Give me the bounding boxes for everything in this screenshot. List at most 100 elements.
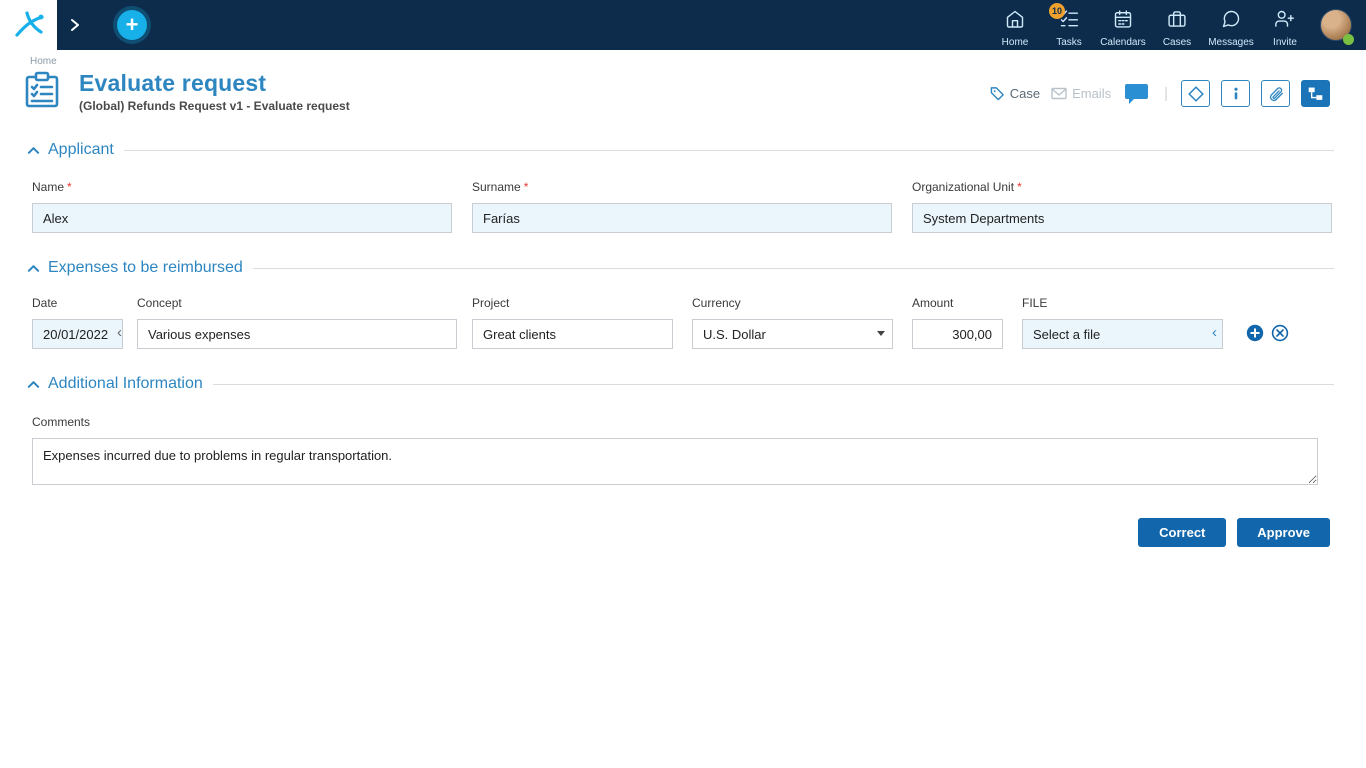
online-status-dot bbox=[1343, 34, 1354, 45]
correct-button[interactable]: Correct bbox=[1138, 518, 1226, 547]
form-actions: Correct Approve bbox=[0, 518, 1330, 547]
required-mark: * bbox=[524, 180, 529, 194]
comments-bubble-button[interactable] bbox=[1122, 83, 1151, 105]
create-new-button[interactable]: + bbox=[117, 10, 147, 40]
section-applicant-title: Applicant bbox=[48, 141, 114, 159]
nav-calendars-label: Calendars bbox=[1100, 37, 1146, 48]
organizational-unit-input[interactable] bbox=[912, 203, 1332, 233]
amount-input[interactable] bbox=[912, 319, 1003, 349]
info-icon bbox=[1228, 86, 1244, 102]
gateway-button[interactable] bbox=[1181, 80, 1210, 107]
section-divider bbox=[213, 384, 1334, 385]
collapse-chevron-icon[interactable] bbox=[27, 146, 40, 155]
expense-row: Date ‹ Concept Project Currency U.S. Dol… bbox=[32, 296, 1334, 349]
name-input[interactable] bbox=[32, 203, 452, 233]
add-circle-icon bbox=[1246, 324, 1264, 342]
collapse-chevron-icon[interactable] bbox=[27, 380, 40, 389]
case-label: Case bbox=[1010, 86, 1040, 101]
nav-cases-label: Cases bbox=[1163, 37, 1191, 48]
field-surname: Surname* bbox=[472, 180, 892, 233]
calendar-icon bbox=[1113, 9, 1133, 34]
home-icon bbox=[1005, 9, 1025, 34]
app-logo[interactable] bbox=[0, 0, 57, 50]
expense-date-column: Date ‹ bbox=[32, 296, 123, 349]
concept-input[interactable] bbox=[137, 319, 457, 349]
attachments-button[interactable] bbox=[1261, 80, 1290, 107]
briefcase-icon bbox=[1167, 9, 1187, 34]
required-mark: * bbox=[1017, 180, 1022, 194]
section-additional-title: Additional Information bbox=[48, 375, 203, 393]
file-column-header: FILE bbox=[1022, 296, 1223, 310]
surname-label: Surname* bbox=[472, 180, 892, 194]
expense-file-column: FILE Select a file ‹ bbox=[1022, 296, 1223, 349]
expense-row-actions bbox=[1246, 324, 1289, 342]
case-link[interactable]: Case bbox=[990, 86, 1040, 101]
approve-button[interactable]: Approve bbox=[1237, 518, 1330, 547]
page-header: Evaluate request (Global) Refunds Reques… bbox=[0, 67, 1366, 115]
collapse-chevron-icon[interactable] bbox=[27, 264, 40, 273]
section-expenses-header: Expenses to be reimbursed bbox=[27, 259, 1334, 277]
gateway-diamond-icon bbox=[1188, 86, 1204, 102]
field-name: Name* bbox=[32, 180, 452, 233]
plus-icon: + bbox=[126, 12, 139, 38]
nav-tasks-label: Tasks bbox=[1056, 37, 1082, 48]
file-placeholder: Select a file bbox=[1033, 327, 1100, 342]
add-row-button[interactable] bbox=[1246, 324, 1264, 342]
nav-tasks[interactable]: 10 Tasks bbox=[1042, 2, 1096, 48]
date-column-header: Date bbox=[32, 296, 123, 310]
envelope-icon bbox=[1051, 87, 1067, 100]
process-diagram-icon bbox=[1307, 85, 1324, 102]
section-divider bbox=[124, 150, 1334, 151]
project-column-header: Project bbox=[472, 296, 673, 310]
nav-cases[interactable]: Cases bbox=[1150, 2, 1204, 48]
concept-column-header: Concept bbox=[137, 296, 457, 310]
expense-concept-column: Concept bbox=[137, 296, 457, 349]
breadcrumb[interactable]: Home bbox=[30, 56, 1366, 67]
file-upload-control[interactable]: Select a file bbox=[1022, 319, 1223, 349]
comments-textarea[interactable]: Expenses incurred due to problems in reg… bbox=[32, 438, 1318, 485]
case-tag-icon bbox=[990, 86, 1005, 101]
surname-input[interactable] bbox=[472, 203, 892, 233]
emails-label: Emails bbox=[1072, 86, 1111, 101]
remove-circle-icon bbox=[1271, 324, 1289, 342]
remove-row-button[interactable] bbox=[1271, 324, 1289, 342]
expense-currency-column: Currency U.S. Dollar bbox=[692, 296, 893, 349]
chevron-right-icon bbox=[70, 18, 80, 32]
nav-home[interactable]: Home bbox=[988, 2, 1042, 48]
applicant-fields: Name* Surname* Organizational Unit* bbox=[32, 180, 1334, 233]
user-plus-icon bbox=[1275, 9, 1295, 34]
nav-calendars[interactable]: Calendars bbox=[1096, 2, 1150, 48]
date-input[interactable] bbox=[32, 319, 123, 349]
nav-invite[interactable]: Invite bbox=[1258, 2, 1312, 48]
currency-select[interactable]: U.S. Dollar bbox=[692, 319, 893, 349]
date-picker-chevron-icon[interactable]: ‹ bbox=[117, 325, 122, 341]
emails-link[interactable]: Emails bbox=[1051, 86, 1111, 101]
page-title: Evaluate request bbox=[79, 70, 350, 97]
user-avatar[interactable] bbox=[1320, 9, 1352, 41]
required-mark: * bbox=[67, 180, 72, 194]
name-label: Name* bbox=[32, 180, 452, 194]
process-diagram-button[interactable] bbox=[1301, 80, 1330, 107]
page-subtitle: (Global) Refunds Request v1 - Evaluate r… bbox=[79, 99, 350, 113]
top-navigation: Home 10 Tasks Calendars bbox=[988, 2, 1312, 48]
comments-label: Comments bbox=[32, 415, 1334, 429]
project-input[interactable] bbox=[472, 319, 673, 349]
info-button[interactable] bbox=[1221, 80, 1250, 107]
nav-messages[interactable]: Messages bbox=[1204, 2, 1258, 48]
section-divider bbox=[253, 268, 1334, 269]
paperclip-icon bbox=[1268, 86, 1284, 102]
nav-invite-label: Invite bbox=[1273, 37, 1297, 48]
field-organizational-unit: Organizational Unit* bbox=[912, 180, 1332, 233]
organizational-unit-label: Organizational Unit* bbox=[912, 180, 1332, 194]
sidebar-expand-chevron[interactable] bbox=[70, 18, 80, 32]
comment-bubble-icon bbox=[1124, 83, 1149, 105]
section-additional-header: Additional Information bbox=[27, 375, 1334, 393]
file-picker-chevron-icon[interactable]: ‹ bbox=[1212, 325, 1217, 341]
message-bubble-icon bbox=[1221, 9, 1241, 34]
expense-project-column: Project bbox=[472, 296, 673, 349]
nav-messages-label: Messages bbox=[1208, 37, 1254, 48]
header-separator: | bbox=[1164, 85, 1168, 102]
topbar: + Home 10 Tasks bbox=[0, 0, 1366, 50]
nav-home-label: Home bbox=[1002, 37, 1029, 48]
amount-column-header: Amount bbox=[912, 296, 1003, 310]
